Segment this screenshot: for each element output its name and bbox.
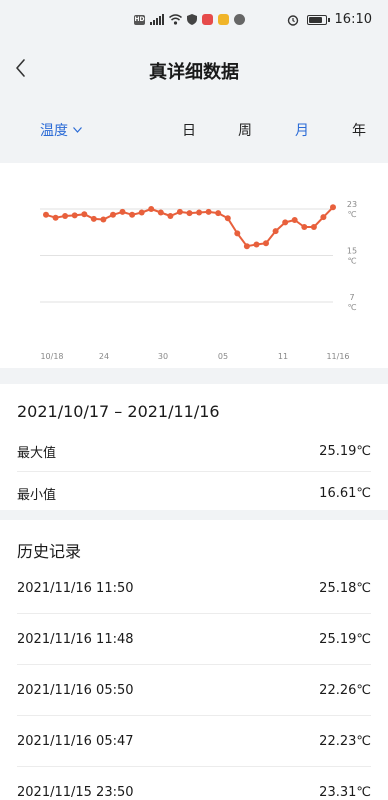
data-point <box>291 217 298 223</box>
app-notification-icon <box>202 14 213 25</box>
data-point <box>129 211 136 218</box>
x-tick-label: 11 <box>278 352 288 361</box>
data-point <box>110 211 116 218</box>
x-tick-label: 05 <box>218 352 228 361</box>
data-point <box>71 212 78 219</box>
status-icons: HD <box>134 14 245 25</box>
history-row[interactable]: 2021/11/16 11:48 25.19℃ <box>17 614 371 665</box>
date-range: 2021/10/17 – 2021/11/16 <box>17 402 220 421</box>
x-tick-label: 24 <box>99 352 109 361</box>
max-value: 25.19℃ <box>319 444 371 459</box>
data-point <box>224 215 231 222</box>
max-value-row: 最大值 25.19℃ <box>17 432 371 472</box>
max-label: 最大值 <box>17 446 57 461</box>
tab-day[interactable]: 日 <box>182 120 196 140</box>
page-title: 真详细数据 <box>149 62 239 83</box>
data-point <box>282 219 289 226</box>
history-value: 25.19℃ <box>319 631 371 647</box>
data-point <box>272 228 279 235</box>
history-time: 2021/11/16 05:47 <box>17 733 134 749</box>
data-point <box>167 213 174 219</box>
history-row[interactable]: 2021/11/16 05:50 22.26℃ <box>17 665 371 716</box>
status-bar: HD 16:10 <box>0 0 388 40</box>
y-tick-label: 23 <box>347 200 357 209</box>
history-time: 2021/11/16 11:48 <box>17 631 134 647</box>
x-tick-label: 11/16 <box>326 352 349 361</box>
history-title: 历史记录 <box>17 542 82 561</box>
status-time: 16:10 <box>334 12 372 27</box>
data-point <box>330 204 336 211</box>
history-value: 23.31℃ <box>319 784 371 800</box>
data-point <box>138 209 145 216</box>
y-tick-unit: ℃ <box>348 303 357 312</box>
metric-dropdown[interactable]: 温度 <box>40 120 82 140</box>
data-point <box>52 214 59 221</box>
hd-icon: HD <box>134 14 145 25</box>
data-point <box>320 214 327 221</box>
history-row[interactable]: 2021/11/16 11:50 25.18℃ <box>17 563 371 614</box>
history-time: 2021/11/15 23:50 <box>17 784 134 800</box>
history-time: 2021/11/16 05:50 <box>17 682 134 698</box>
tab-week[interactable]: 周 <box>238 120 252 140</box>
y-tick-unit: ℃ <box>348 210 357 219</box>
history-row[interactable]: 2021/11/16 05:47 22.23℃ <box>17 716 371 767</box>
history-value: 22.26℃ <box>319 682 371 698</box>
data-point <box>243 243 250 250</box>
wifi-icon <box>169 14 182 25</box>
data-point <box>186 210 193 217</box>
data-point <box>43 211 49 218</box>
data-point <box>196 209 203 216</box>
data-point <box>205 208 212 215</box>
tab-month[interactable]: 月 <box>295 120 309 140</box>
alarm-icon <box>287 14 298 26</box>
data-point <box>310 224 317 230</box>
nav-bar: 真详细数据 <box>0 40 388 98</box>
history-row[interactable]: 2021/11/15 23:50 23.31℃ <box>17 767 371 800</box>
y-tick-unit: ℃ <box>348 257 357 266</box>
x-tick-label: 30 <box>158 352 168 361</box>
tab-year[interactable]: 年 <box>352 120 366 140</box>
app-notification-icon <box>234 14 245 25</box>
app-notification-icon <box>218 14 229 25</box>
cellular-signal-icon <box>150 14 164 25</box>
data-point <box>234 230 241 237</box>
y-tick-label: 7 <box>349 293 354 302</box>
chart-canvas: 23℃15℃7℃10/18 24 30 05 11 11/16 <box>40 200 357 361</box>
data-point <box>253 241 260 248</box>
history-value: 22.23℃ <box>319 733 371 749</box>
history-value: 25.18℃ <box>319 580 371 596</box>
data-point <box>90 215 97 222</box>
history-time: 2021/11/16 11:50 <box>17 580 134 596</box>
y-tick-label: 15 <box>347 247 357 256</box>
data-point <box>119 208 126 215</box>
data-point <box>176 208 183 215</box>
temperature-chart: 23 ℃ 15 ℃ 7 ℃ 10/18 24 30 05 11 11/16 <box>0 163 388 368</box>
battery-icon <box>306 14 330 25</box>
metric-label: 温度 <box>40 123 68 139</box>
x-tick-label: 10/18 <box>40 352 63 361</box>
shield-icon <box>187 14 197 25</box>
data-point <box>301 224 308 230</box>
data-point <box>62 213 69 219</box>
data-point <box>215 210 222 217</box>
min-label: 最小值 <box>17 487 57 503</box>
chevron-down-icon <box>73 127 82 133</box>
filter-bar: 温度 日 周 月 年 <box>0 108 388 148</box>
data-point <box>81 211 88 218</box>
min-value: 16.61℃ <box>319 485 371 501</box>
data-point <box>157 209 164 216</box>
data-point <box>100 216 107 223</box>
min-value-row: 最小值 16.61℃ <box>17 473 371 513</box>
data-point <box>263 240 269 247</box>
data-point <box>148 206 155 212</box>
